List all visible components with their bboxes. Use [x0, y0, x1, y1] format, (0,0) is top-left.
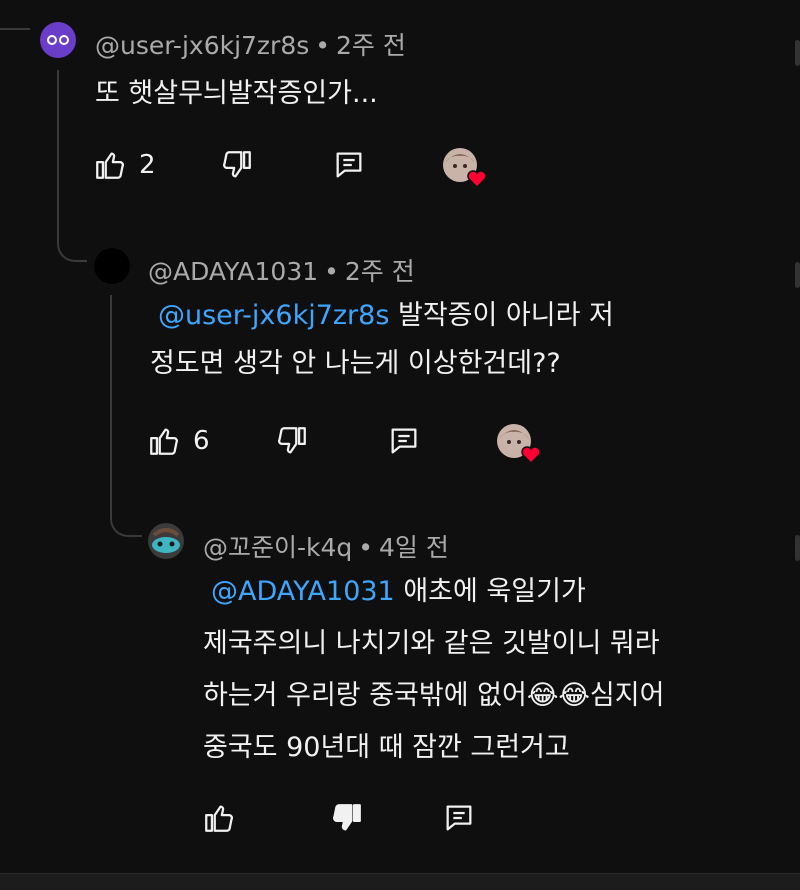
scrollbar-mark[interactable] [795, 40, 800, 66]
comment-text: 또 햇살무늬발작증인가... [95, 78, 378, 109]
mention-link[interactable]: @user-jx6kj7zr8s [158, 300, 389, 331]
avatar-face-icon [47, 35, 69, 45]
avatar[interactable] [93, 247, 131, 285]
like-button[interactable] [202, 798, 236, 838]
thumbs-down-filled-icon [333, 804, 361, 831]
comment-time: 4일 전 [379, 533, 449, 562]
comment-author[interactable]: @꼬준이-k4q [203, 533, 352, 562]
thumbs-up-icon [150, 428, 178, 455]
avatar-character-icon [148, 523, 184, 559]
reply-icon [391, 428, 417, 454]
thread-line-reply [110, 295, 142, 537]
reply-button[interactable] [442, 798, 476, 838]
like-button[interactable]: 2 [93, 145, 156, 185]
comment-author[interactable]: @user-jx6kj7zr8s [95, 31, 309, 60]
reply-icon [446, 805, 472, 831]
comment-meta: @user-jx6kj7zr8s • 2주 전 [95, 31, 406, 60]
scrollbar-mark[interactable] [795, 262, 800, 288]
creator-heart-icon [443, 148, 487, 189]
reply-button[interactable] [332, 145, 366, 185]
creator-heart-badge [442, 147, 488, 191]
dislike-button-active[interactable] [330, 798, 364, 838]
like-count: 6 [193, 426, 210, 456]
comment-time: 2주 전 [344, 257, 415, 286]
dislike-button[interactable] [220, 145, 254, 185]
comment-text: @user-jx6kj7zr8s 발작증이 아니라 저 정도면 생각 안 나는게… [150, 300, 614, 379]
comment-meta: @꼬준이-k4q • 4일 전 [203, 533, 449, 562]
reply-icon [336, 152, 362, 178]
thumbs-down-icon [223, 151, 251, 178]
bottom-bar [0, 873, 800, 890]
thumbs-up-icon [96, 152, 124, 179]
comment-time: 2주 전 [336, 31, 406, 60]
thumbs-down-icon [278, 427, 306, 454]
comment-text: @ADAYA1031 애초에 욱일기가 제국주의니 나치기와 같은 깃발이니 뭐… [203, 576, 665, 763]
creator-heart-icon [497, 424, 541, 465]
thread-line-top [0, 0, 30, 30]
avatar[interactable] [40, 22, 76, 58]
mention-link[interactable]: @ADAYA1031 [211, 576, 395, 607]
reply-button[interactable] [387, 421, 421, 461]
comment-meta: @ADAYA1031 • 2주 전 [148, 257, 415, 286]
avatar[interactable] [148, 523, 184, 559]
scrollbar-mark[interactable] [795, 535, 800, 561]
like-count: 2 [139, 150, 156, 180]
creator-heart-badge [496, 423, 542, 467]
comment-author[interactable]: @ADAYA1031 [148, 257, 318, 286]
thread-line-main [57, 70, 87, 262]
dislike-button[interactable] [275, 421, 309, 461]
thumbs-up-icon [205, 805, 233, 832]
like-button[interactable]: 6 [147, 421, 210, 461]
